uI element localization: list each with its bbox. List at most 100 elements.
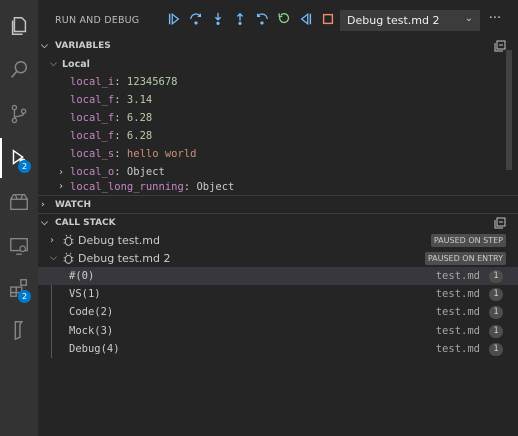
debug-config-value: Debug test.md 2 (347, 14, 440, 27)
reverse-continue-icon (300, 12, 312, 26)
bug-icon (63, 234, 74, 246)
chevron-down-icon: ⌵ (50, 253, 57, 263)
scope-label: Local (62, 58, 90, 70)
call-stack-title: CALL STACK (55, 218, 116, 228)
step-into-button[interactable] (210, 11, 226, 27)
debug-session-row[interactable]: ⌵ Debug test.md 2 PAUSED ON ENTRY (38, 249, 518, 267)
variable-value: 6.28 (126, 112, 153, 124)
step-out-button[interactable] (232, 11, 248, 27)
search-button[interactable] (0, 50, 38, 90)
extensions-button[interactable]: 2 (0, 268, 38, 308)
remote-explorer-button[interactable] (0, 226, 38, 266)
search-icon (11, 61, 28, 78)
bookmark-icon (14, 321, 24, 341)
restart-button[interactable] (276, 11, 292, 27)
step-over-icon (190, 13, 202, 25)
bookmark-button[interactable] (0, 310, 38, 350)
watch-header[interactable]: › WATCH (38, 196, 518, 214)
variable-row[interactable]: local_f: 6.28 (38, 109, 518, 127)
explorer-button[interactable] (0, 6, 38, 46)
variable-value: 12345678 (126, 76, 178, 88)
bug-icon (63, 252, 74, 264)
frame-name: #(0) (69, 270, 95, 282)
extension-view-button[interactable] (0, 182, 38, 222)
chevron-down-icon: ⌵ (50, 59, 57, 69)
chevron-right-icon: › (58, 181, 65, 192)
frame-name: VS(1) (69, 288, 101, 300)
stack-frame-row[interactable]: Code(2) test.md 1 (38, 303, 518, 321)
continue-button[interactable] (166, 11, 182, 27)
source-control-icon (11, 104, 27, 124)
step-back-button[interactable] (254, 11, 270, 27)
chevron-down-icon: ⌄ (464, 13, 473, 24)
stack-frame-row[interactable]: #(0) test.md 1 (38, 267, 518, 285)
variable-value: Object (196, 181, 235, 193)
debug-header: RUN AND DEBUG Debug test.md 2 ⌄ ··· (38, 0, 518, 38)
variables-title: VARIABLES (55, 41, 111, 51)
variable-row[interactable]: local_i: 12345678 (38, 73, 518, 91)
frame-file: test.md (435, 343, 480, 355)
extensions-badge: 2 (18, 290, 31, 303)
stack-frame-row[interactable]: Debug(4) test.md 1 (38, 340, 518, 358)
variables-header[interactable]: ⌵ VARIABLES (38, 37, 518, 55)
stack-frame-row[interactable]: VS(1) test.md 1 (38, 285, 518, 303)
debug-badge: 2 (18, 160, 31, 173)
frame-file: test.md (435, 306, 480, 318)
more-actions-button[interactable]: ··· (486, 10, 504, 30)
step-over-button[interactable] (188, 11, 204, 27)
chevron-right-icon: › (50, 234, 54, 246)
debug-config-select[interactable]: Debug test.md 2 ⌄ (340, 10, 480, 31)
scope-local[interactable]: ⌵ Local (38, 55, 518, 73)
extension-pack-icon (10, 194, 28, 211)
stop-button[interactable] (320, 11, 336, 27)
frame-file: test.md (435, 288, 480, 300)
variable-name: local_o (70, 166, 115, 178)
variable-row[interactable]: local_s: hello world (38, 145, 518, 163)
reverse-continue-button[interactable] (298, 11, 314, 27)
frame-line-badge: 1 (489, 270, 503, 283)
collapse-all-icon[interactable] (494, 217, 506, 229)
variable-name: local_f (70, 112, 115, 124)
continue-icon (168, 12, 180, 26)
chevron-down-icon: ⌵ (41, 41, 48, 51)
frame-name: Debug(4) (69, 343, 120, 355)
files-icon (11, 17, 27, 35)
frame-name: Mock(3) (69, 325, 114, 337)
variable-row[interactable]: local_f: 6.28 (38, 127, 518, 145)
variable-name: local_long_running (70, 181, 184, 193)
session-state-badge: PAUSED ON STEP (430, 234, 506, 247)
step-back-icon (256, 13, 268, 25)
restart-icon (278, 13, 290, 24)
frame-name: Code(2) (69, 306, 114, 318)
run-and-debug-button[interactable]: 2 (0, 138, 38, 178)
source-control-button[interactable] (0, 94, 38, 134)
stop-icon (322, 13, 334, 25)
session-state-badge: PAUSED ON ENTRY (424, 252, 506, 265)
variable-name: local_f (70, 130, 115, 142)
debug-session-row[interactable]: › Debug test.md PAUSED ON STEP (38, 231, 518, 249)
chevron-right-icon: › (58, 166, 65, 178)
frame-file: test.md (435, 325, 480, 337)
variables-scrollbar[interactable] (506, 50, 512, 170)
session-label: Debug test.md (78, 233, 160, 247)
variable-value: 3.14 (126, 94, 153, 106)
collapse-all-icon[interactable] (494, 40, 506, 52)
frame-line-badge: 1 (489, 325, 503, 338)
call-stack-header[interactable]: ⌵ CALL STACK (38, 214, 518, 232)
frame-line-badge: 1 (489, 288, 503, 301)
variable-name: local_f (70, 94, 115, 106)
variable-row[interactable]: › local_o: Object (38, 163, 518, 181)
variable-value: hello world (126, 148, 197, 160)
activity-bar: 2 2 (0, 0, 38, 436)
step-out-icon (236, 12, 244, 25)
variable-name: local_i (70, 76, 115, 88)
chevron-right-icon: › (41, 200, 45, 210)
variable-row[interactable]: › local_long_running: Object (38, 181, 518, 195)
frame-line-badge: 1 (489, 306, 503, 319)
stack-frame-row[interactable]: Mock(3) test.md 1 (38, 322, 518, 340)
debug-sidebar: RUN AND DEBUG Debug test.md 2 ⌄ ··· ⌵ VA… (38, 0, 518, 436)
variable-row[interactable]: local_f: 3.14 (38, 91, 518, 109)
frame-line-badge: 1 (489, 343, 503, 356)
variable-name: local_s (70, 148, 115, 160)
view-title: RUN AND DEBUG (55, 15, 140, 26)
